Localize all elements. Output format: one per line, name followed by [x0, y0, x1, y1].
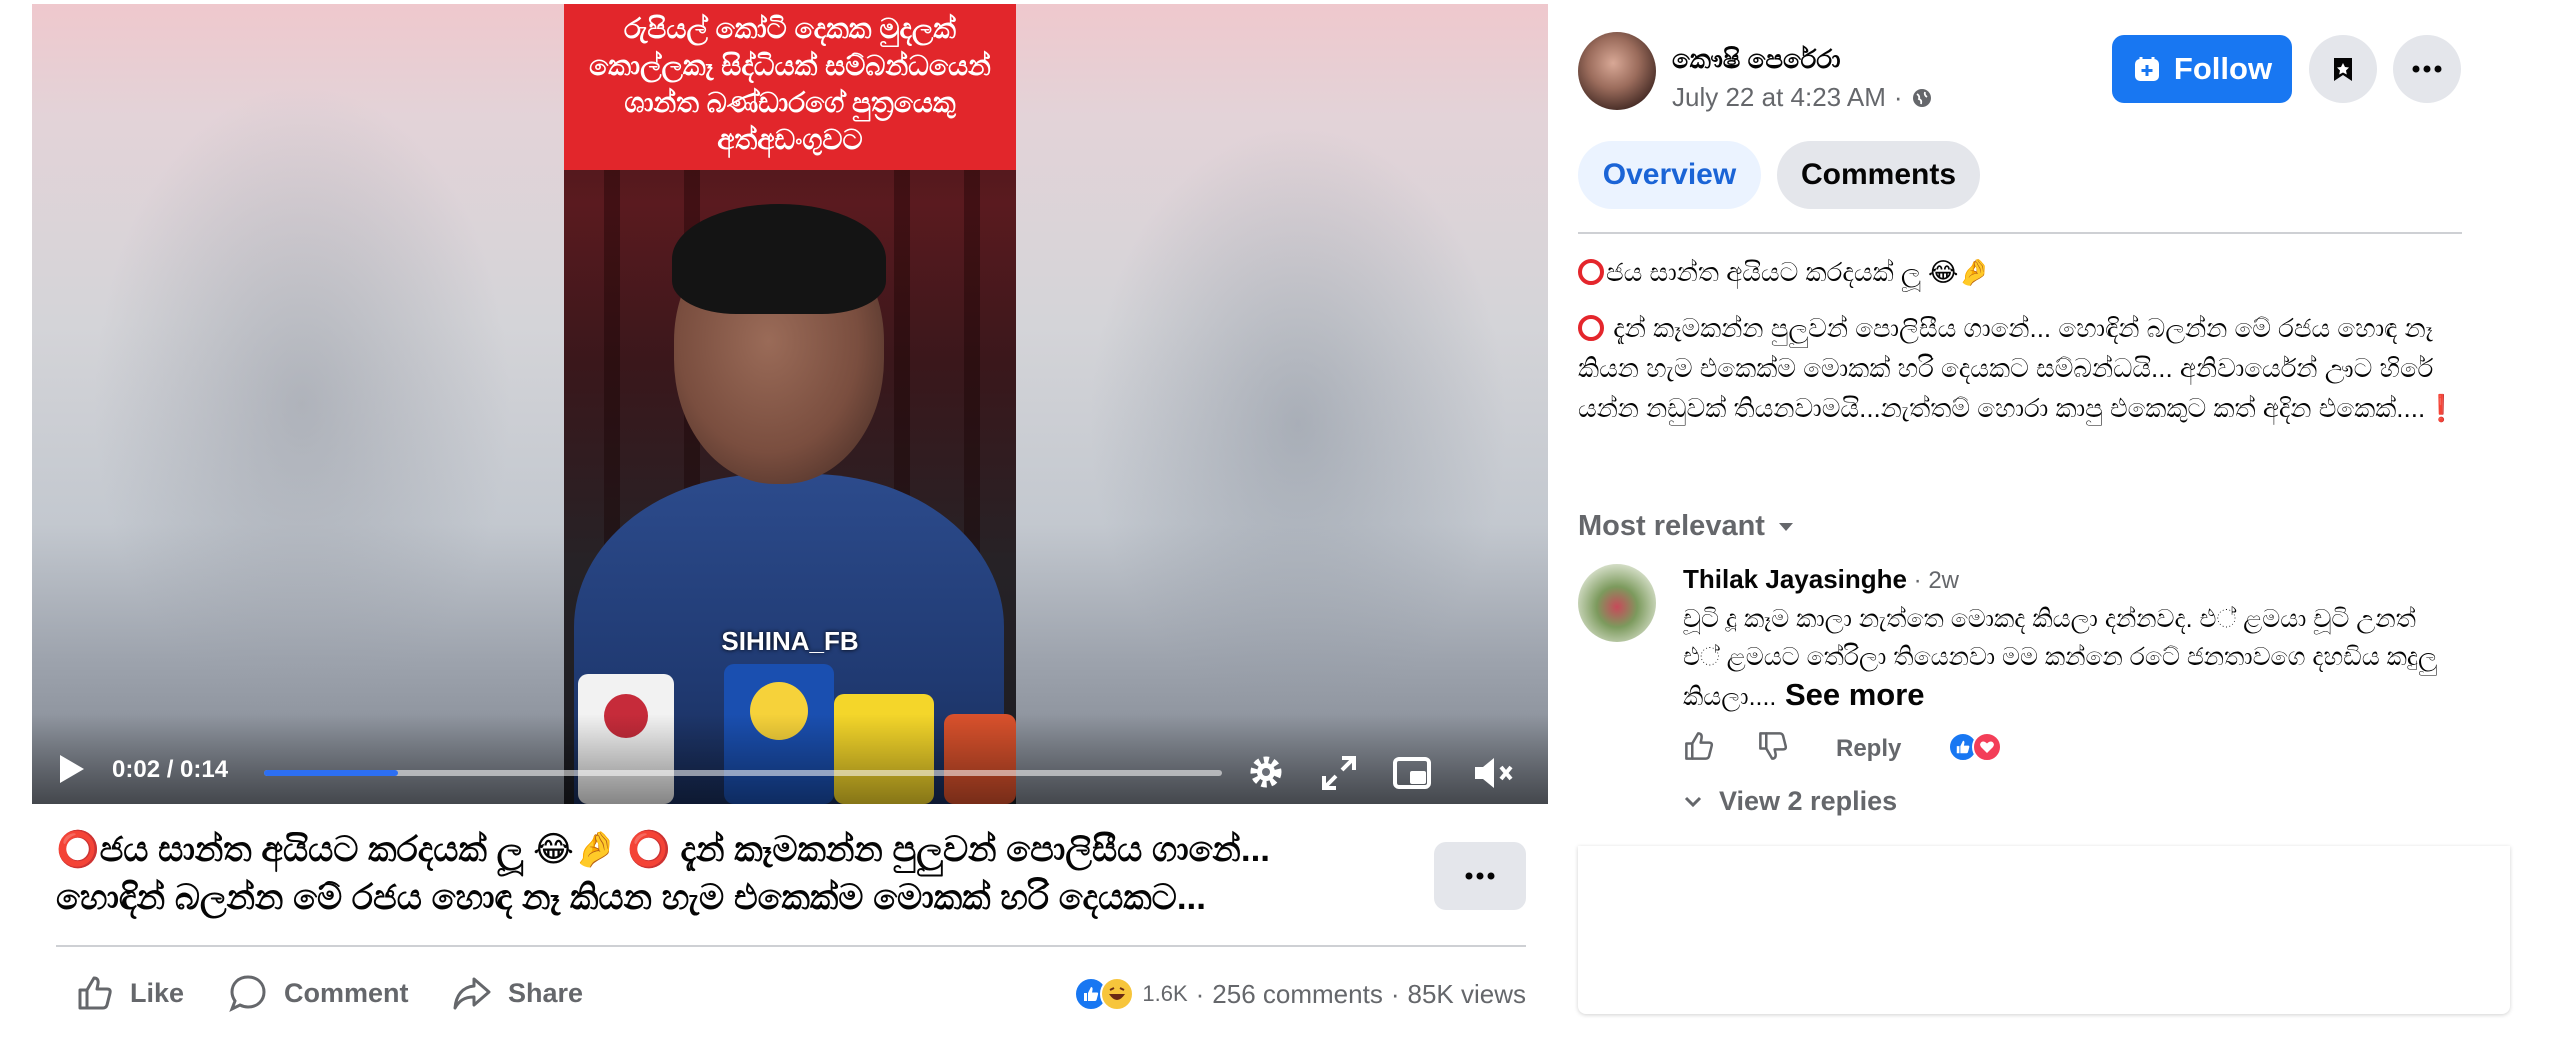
tab-overview[interactable]: Overview: [1578, 141, 1761, 209]
more-dots-icon: [1465, 872, 1495, 880]
comment-bubble-icon: [229, 975, 266, 1013]
thumbs-down-icon: [1759, 732, 1788, 760]
commenter-avatar[interactable]: [1578, 564, 1656, 642]
progress-fill: [264, 770, 399, 776]
red-circle-icon: [1578, 259, 1604, 285]
bookmark-icon: [2334, 58, 2352, 81]
time-separator: ·: [1893, 82, 1903, 112]
description-title-text: ජය සාන්ත අයියට කරදයක් ලූ 😂🤌: [1606, 257, 1991, 287]
share-button[interactable]: Share: [452, 968, 583, 1018]
stats-separator: ·: [1390, 978, 1400, 1009]
action-divider: [56, 945, 1526, 947]
love-reaction-icon: [1972, 732, 2002, 762]
video-banner: රුපියල් කෝටි දෙකක මුදලක් කොල්ලකෑ සිද්ධිය…: [564, 4, 1016, 170]
post-caption: ⭕ජය සාන්ත අයියට කරදයක් ලූ 😂🤌 ⭕ දැන් කෑමක…: [56, 830, 1271, 917]
fullscreen-icon: [1322, 756, 1356, 790]
save-button[interactable]: [2309, 35, 2377, 103]
comment-like-button[interactable]: [1683, 730, 1715, 767]
sort-label: Most relevant: [1578, 510, 1765, 542]
see-more-link[interactable]: See more: [1776, 677, 1925, 712]
post-time-text[interactable]: July 22 at 4:23 AM: [1672, 82, 1886, 113]
video-frame: රුපියල් කෝටි දෙකක මුදලක් කොල්ලකෑ සිද්ධිය…: [564, 4, 1016, 804]
comment-composer-area: [1578, 846, 2510, 1014]
share-label: Share: [508, 977, 584, 1008]
banner-line: රුපියල් කෝටි දෙකක මුදලක්: [624, 13, 956, 44]
video-background-blur-right: [1088, 124, 1508, 724]
like-button[interactable]: Like: [76, 968, 184, 1018]
picture-in-picture-button[interactable]: [1392, 754, 1432, 792]
share-arrow-icon: [453, 977, 491, 1010]
more-dots-icon: [2412, 65, 2442, 73]
views-count: 85K views: [1407, 978, 1527, 1009]
commenter-name: Thilak Jayasinghe · 2w: [1683, 564, 1959, 595]
play-icon: [60, 755, 84, 783]
description-body-text: දැන් කෑමකන්න පුලුවන් පොලිසීය ගානේ... හොඳ…: [1578, 313, 2434, 423]
reaction-count[interactable]: 1.6K: [1142, 981, 1187, 1007]
stats-separator: ·: [1195, 978, 1205, 1009]
fullscreen-button[interactable]: [1320, 754, 1358, 792]
description-body: දැන් කෑමකන්න පුලුවන් පොලිසීය ගානේ... හොඳ…: [1578, 308, 2458, 428]
comment-sort-dropdown[interactable]: Most relevant: [1578, 510, 1795, 543]
mute-button[interactable]: [1472, 754, 1516, 792]
comment-reactions[interactable]: [1948, 732, 2002, 762]
video-controls: 0:02 / 0:14: [32, 714, 1548, 804]
pip-icon: [1393, 757, 1431, 789]
banner-line: අත්අඩංගුවට: [717, 124, 863, 155]
tab-divider: [1578, 232, 2462, 234]
video-player[interactable]: රුපියල් කෝටි දෙකක මුදලක් කොල්ලකෑ සිද්ධිය…: [32, 4, 1548, 804]
video-background-blur-left: [92, 84, 512, 724]
comment-label: Comment: [284, 977, 409, 1008]
thumbs-up-icon: [1685, 732, 1714, 760]
time-display: 0:02 / 0:14: [112, 756, 229, 783]
mute-icon: [1475, 758, 1513, 788]
reply-button[interactable]: Reply: [1836, 735, 1901, 763]
commenter-name-text[interactable]: Thilak Jayasinghe: [1683, 564, 1907, 594]
red-circle-icon: [1578, 315, 1604, 341]
author-avatar[interactable]: [1578, 32, 1656, 110]
tab-comments[interactable]: Comments: [1777, 141, 1980, 209]
follow-label: Follow: [2173, 51, 2273, 86]
settings-icon: [1250, 756, 1282, 788]
post-timestamp: July 22 at 4:23 AM ·: [1672, 82, 1933, 113]
comments-count[interactable]: 256 comments: [1212, 979, 1383, 1010]
like-label: Like: [130, 977, 185, 1008]
description-title: ජය සාන්ත අයියට කරදයක් ලූ 😂🤌: [1578, 254, 1991, 290]
comment-text: චූටි දූ කෑම කාලා නැත්තෙ මොකද කියලා දන්නව…: [1683, 600, 2443, 716]
exclamation-mark: ❗: [2425, 393, 2458, 423]
chevron-down-icon: [1684, 796, 1702, 807]
globe-icon: [1912, 88, 1931, 107]
view-replies-button[interactable]: View 2 replies: [1683, 786, 1897, 817]
play-button[interactable]: [56, 752, 88, 786]
follow-button[interactable]: Follow: [2112, 35, 2292, 103]
author-name[interactable]: කෞෂි පෙරේරා: [1672, 44, 1841, 76]
caption-more-button[interactable]: [1434, 842, 1526, 910]
speaker-hair: [672, 204, 886, 314]
thumbs-up-icon: [78, 976, 112, 1010]
comment-button[interactable]: Comment: [228, 968, 409, 1018]
settings-button[interactable]: [1246, 752, 1286, 792]
banner-line: කොල්ලකෑ සිද්ධියක් සම්බන්ධයෙන්: [589, 50, 991, 81]
post-stats: 1.6K · 256 comments · 85K views: [1074, 974, 1526, 1014]
add-page-icon: [2134, 57, 2159, 81]
comment-age[interactable]: · 2w: [1907, 567, 1959, 594]
progress-bar[interactable]: [264, 770, 1222, 776]
view-replies-label: View 2 replies: [1719, 786, 1898, 816]
video-watermark: SIHINA_FB: [721, 626, 859, 656]
haha-reaction-icon: [1100, 977, 1135, 1011]
more-options-button[interactable]: [2393, 35, 2461, 103]
caret-down-icon: [1778, 522, 1793, 531]
comment-dislike-button[interactable]: [1757, 730, 1789, 767]
banner-line: ශාන්ත බණ්ඩාරගේ පුත්‍රයෙකු: [624, 87, 956, 118]
